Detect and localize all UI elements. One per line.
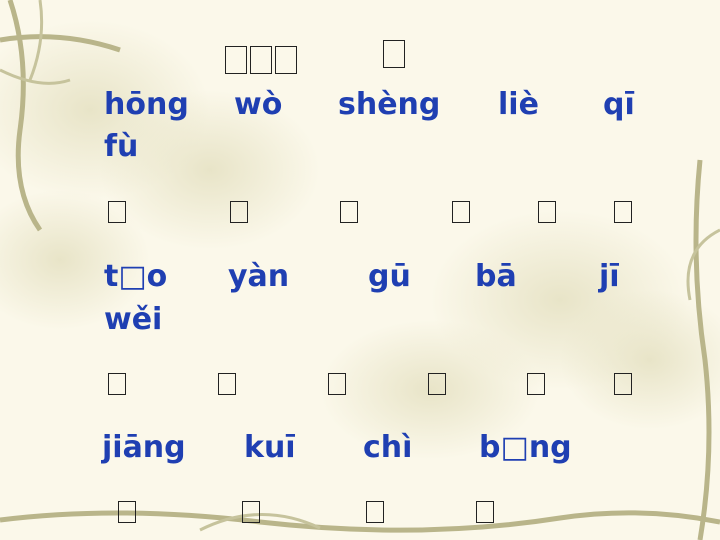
pinyin-word: wò xyxy=(234,87,283,122)
pinyin-word: hōng xyxy=(104,87,189,122)
pinyin-word: chì xyxy=(363,430,413,465)
answer-box[interactable] xyxy=(118,501,136,523)
answer-box[interactable] xyxy=(366,501,384,523)
pinyin-word: jiāng xyxy=(102,430,186,465)
answer-box[interactable] xyxy=(614,373,632,395)
answer-box[interactable] xyxy=(614,201,632,223)
title-box-4 xyxy=(383,40,405,68)
pinyin-word: yàn xyxy=(228,259,290,294)
pinyin-word: b□ng xyxy=(479,430,572,465)
pinyin-word: shèng xyxy=(338,87,441,122)
answer-box[interactable] xyxy=(242,501,260,523)
pinyin-word: fù xyxy=(104,129,139,164)
answer-box[interactable] xyxy=(218,373,236,395)
answer-box[interactable] xyxy=(452,201,470,223)
pinyin-word: jī xyxy=(599,259,620,294)
answer-box[interactable] xyxy=(108,373,126,395)
title-box-1 xyxy=(225,46,247,74)
answer-box[interactable] xyxy=(108,201,126,223)
pinyin-word: gū xyxy=(368,259,411,294)
answer-box[interactable] xyxy=(538,201,556,223)
title-box-3 xyxy=(275,46,297,74)
title-box-2 xyxy=(250,46,272,74)
pinyin-word: qī xyxy=(603,87,635,122)
pinyin-word: t□o xyxy=(104,259,168,294)
pinyin-word: kuī xyxy=(244,430,296,465)
pinyin-word: wěi xyxy=(104,302,163,337)
pinyin-word: liè xyxy=(498,87,539,122)
answer-box[interactable] xyxy=(527,373,545,395)
answer-box[interactable] xyxy=(230,201,248,223)
pinyin-word: bā xyxy=(475,259,517,294)
answer-box[interactable] xyxy=(340,201,358,223)
answer-box[interactable] xyxy=(476,501,494,523)
answer-box[interactable] xyxy=(328,373,346,395)
answer-box[interactable] xyxy=(428,373,446,395)
